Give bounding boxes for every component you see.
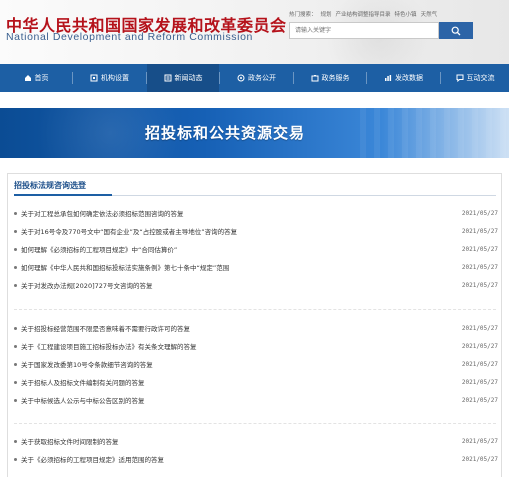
hot-term-2[interactable]: 产业结构调整指导目录: [336, 12, 391, 18]
article-link[interactable]: 关于招投标经营范围不限是否意味着不需要行政许可的答复: [21, 323, 454, 333]
article-date: 2021/05/27: [461, 281, 498, 289]
list-item[interactable]: 关于《工程建设项目施工招标投标办法》有关条文理解的答复 2021/05/27: [14, 337, 498, 355]
list-item[interactable]: 关于中标候选人公示与中标公告区别的答复 2021/05/27: [14, 391, 498, 409]
nav-label: 首页: [34, 74, 49, 82]
data-icon: [385, 75, 392, 81]
content-panel: 招投标法规咨询选登 关于对工程总承包如何确定依法必须招标范围咨询的答复 2021/…: [7, 173, 502, 477]
bullet: [14, 326, 17, 330]
nav-label: 政务公开: [248, 74, 276, 82]
article-date: 2021/05/27: [461, 263, 498, 271]
service-icon: [311, 75, 318, 82]
hot-term-3[interactable]: 特色小镇: [395, 12, 417, 18]
main-nav: 首页 机构设置 新闻动态 政务公开 政务服务 发改数据 互动交流: [0, 64, 509, 92]
article-link[interactable]: 关于国家发改委第10号令条款细节咨询的答复: [21, 359, 454, 369]
article-list: 关于对工程总承包如何确定依法必须招标范围咨询的答复 2021/05/27 关于对1…: [14, 204, 498, 294]
nav-label: 发改数据: [395, 74, 423, 82]
group-divider: [14, 423, 496, 424]
hot-search: 热门搜索： 规划 产业结构调整指导目录 特色小镇 天然气: [289, 10, 441, 18]
hot-term-4[interactable]: 天然气: [421, 12, 438, 18]
bullet: [14, 283, 17, 287]
title-underline: [14, 194, 112, 196]
article-link[interactable]: 关于对16号令及770号文中“国有企业”及“占控股或者主导地位”咨询的答复: [21, 226, 454, 236]
article-link[interactable]: 关于对工程总承包如何确定依法必须招标范围咨询的答复: [21, 208, 454, 218]
bullet: [14, 344, 17, 348]
bullet: [14, 211, 17, 215]
home-icon: [24, 75, 31, 81]
article-date: 2021/05/27: [461, 227, 498, 235]
search-button[interactable]: [439, 22, 473, 39]
nav-home[interactable]: 首页: [0, 64, 72, 92]
bullet: [14, 362, 17, 366]
nav-org[interactable]: 机构设置: [73, 64, 146, 92]
article-date: 2021/05/27: [461, 455, 498, 463]
nav-label: 新闻动态: [174, 74, 203, 82]
article-link[interactable]: 关于招标人及招标文件编制有关问题的答复: [21, 377, 454, 387]
bullet: [14, 247, 17, 251]
nav-chat[interactable]: 互动交流: [441, 64, 509, 92]
article-link[interactable]: 如何理解《必须招标的工程项目规定》中“合同估算价”: [21, 244, 454, 254]
article-date: 2021/05/27: [461, 209, 498, 217]
chat-icon: [456, 74, 463, 82]
section-banner: 招投标和公共资源交易: [0, 108, 509, 158]
org-icon: [90, 74, 98, 82]
search-icon: [451, 26, 461, 35]
nav-label: 政务服务: [321, 74, 350, 82]
gov-icon: [237, 74, 245, 82]
group-divider: [14, 309, 496, 310]
nav-data[interactable]: 发改数据: [367, 64, 440, 92]
site-title-en[interactable]: National Development and Reform Commissi…: [6, 31, 253, 43]
list-item[interactable]: 关于招投标经营范围不限是否意味着不需要行政许可的答复 2021/05/27: [14, 319, 498, 337]
nav-gov[interactable]: 政务公开: [220, 64, 293, 92]
article-link[interactable]: 关于对发改办法规[2020]727号文咨询的答复: [21, 280, 454, 290]
banner-title: 招投标和公共资源交易: [145, 124, 306, 142]
nav-news[interactable]: 新闻动态: [147, 64, 219, 92]
section-title: 招投标法规咨询选登: [14, 181, 86, 190]
nav-label: 互动交流: [466, 74, 495, 82]
bullet: [14, 265, 17, 269]
article-date: 2021/05/27: [461, 437, 498, 445]
hot-search-label: 热门搜索：: [289, 12, 317, 18]
nav-service[interactable]: 政务服务: [294, 64, 366, 92]
search-input[interactable]: [289, 22, 439, 39]
site-header: 中华人民共和国国家发展和改革委员会 National Development a…: [0, 0, 509, 64]
list-item[interactable]: 如何理解《中华人民共和国招标投标法实施条例》第七十条中“规定”范围 2021/05…: [14, 258, 498, 276]
news-icon: [164, 74, 171, 82]
article-date: 2021/05/27: [461, 245, 498, 253]
bullet: [14, 439, 17, 443]
article-link[interactable]: 关于《工程建设项目施工招标投标办法》有关条文理解的答复: [21, 341, 454, 351]
list-item[interactable]: 关于对16号令及770号文中“国有企业”及“占控股或者主导地位”咨询的答复 202…: [14, 222, 498, 240]
list-item[interactable]: 关于《必须招标的工程项目规定》适用范围的答复 2021/05/27: [14, 450, 498, 468]
article-link[interactable]: 关于获取招标文件时间限制的答复: [21, 436, 454, 446]
banner-decoration: [360, 108, 509, 158]
bullet: [14, 398, 17, 402]
article-link[interactable]: 如何理解《中华人民共和国招标投标法实施条例》第七十条中“规定”范围: [21, 262, 454, 272]
list-item[interactable]: 如何理解《必须招标的工程项目规定》中“合同估算价” 2021/05/27: [14, 240, 498, 258]
nav-label: 机构设置: [101, 74, 129, 82]
list-item[interactable]: 关于对工程总承包如何确定依法必须招标范围咨询的答复 2021/05/27: [14, 204, 498, 222]
article-link[interactable]: 关于中标候选人公示与中标公告区别的答复: [21, 395, 454, 405]
bullet: [14, 457, 17, 461]
article-list: 关于招投标经营范围不限是否意味着不需要行政许可的答复 2021/05/27 关于《…: [14, 319, 498, 409]
list-item[interactable]: 关于获取招标文件时间限制的答复 2021/05/27: [14, 432, 498, 450]
list-item[interactable]: 关于招标人及招标文件编制有关问题的答复 2021/05/27: [14, 373, 498, 391]
list-item[interactable]: 关于对发改办法规[2020]727号文咨询的答复 2021/05/27: [14, 276, 498, 294]
hot-term-1[interactable]: 规划: [321, 12, 332, 18]
bullet: [14, 380, 17, 384]
article-date: 2021/05/27: [461, 342, 498, 350]
list-item[interactable]: 关于国家发改委第10号令条款细节咨询的答复 2021/05/27: [14, 355, 498, 373]
article-date: 2021/05/27: [461, 324, 498, 332]
article-date: 2021/05/27: [461, 396, 498, 404]
bullet: [14, 229, 17, 233]
article-date: 2021/05/27: [461, 378, 498, 386]
article-list: 关于获取招标文件时间限制的答复 2021/05/27 关于《必须招标的工程项目规定…: [14, 432, 498, 468]
article-link[interactable]: 关于《必须招标的工程项目规定》适用范围的答复: [21, 454, 454, 464]
article-date: 2021/05/27: [461, 360, 498, 368]
